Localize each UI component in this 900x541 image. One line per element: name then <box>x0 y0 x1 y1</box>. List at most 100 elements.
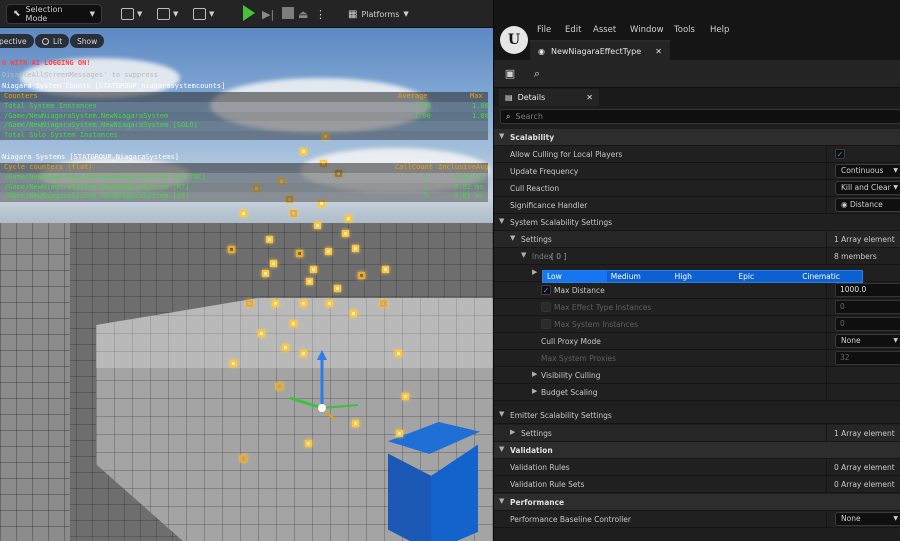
quality-level-medium[interactable]: Medium <box>607 271 671 282</box>
platforms-dropdown[interactable]: ▦ Platforms ▼ <box>348 4 409 24</box>
menu-asset[interactable]: Asset <box>593 25 616 35</box>
divider <box>826 299 827 316</box>
details-icon: ▤ <box>505 93 513 102</box>
row-performance-baseline: Performance Baseline Controller None ▼ <box>494 511 900 528</box>
row-settings[interactable]: ▼ Settings 1 Array element <box>494 231 900 248</box>
allow-culling-checkbox[interactable]: ✓ <box>835 149 845 159</box>
update-frequency-dropdown[interactable]: Continuous ▼ <box>835 164 900 178</box>
chevron-right-icon: ▶ <box>510 428 516 436</box>
play-options-button[interactable]: ⋮ <box>315 4 326 24</box>
quality-level-epic[interactable]: Epic <box>734 271 798 282</box>
stat-row: /Game/NewNiagaraSystem.NewNiagaraSystem … <box>0 173 488 183</box>
cull-reaction-dropdown[interactable]: Kill and Clear ▼ <box>835 181 900 195</box>
particle-sprite <box>334 285 341 292</box>
row-index[interactable]: ▼ Index [ 0 ] 8 members <box>494 248 900 265</box>
cull-proxy-mode-dropdown[interactable]: None ▼ <box>835 334 900 348</box>
index-number: [ 0 ] <box>551 252 567 261</box>
step-forward-icon: ▶| <box>262 7 275 21</box>
skip-button[interactable]: ▶| <box>262 4 274 24</box>
max-system-instances-checkbox[interactable] <box>541 319 551 329</box>
quality-level-cinematic[interactable]: Cinematic <box>798 271 862 282</box>
stat-row: /Game/NewNiagaraSystem.NewNiagaraSystem … <box>0 192 488 202</box>
eject-button[interactable]: ⏏ <box>298 4 308 24</box>
chevron-down-icon: ▼ <box>499 445 505 453</box>
cull-proxy-mode-value: None <box>841 336 861 345</box>
gizmo-center[interactable] <box>318 404 326 412</box>
divider <box>826 180 827 197</box>
systems-header-incl: InclusiveAvg <box>438 163 489 171</box>
blueprint-icon <box>157 8 170 20</box>
row-budget-scaling[interactable]: ▶ Budget Scaling <box>494 384 900 401</box>
cursor-icon: ⬉ <box>13 9 21 19</box>
gizmo-y-axis[interactable] <box>289 396 323 410</box>
particle-sprite <box>272 300 279 307</box>
close-icon[interactable]: ✕ <box>586 93 593 102</box>
menu-window[interactable]: Window <box>630 25 664 35</box>
row-emitter-scalability[interactable]: ▼ Emitter Scalability Settings <box>494 407 900 424</box>
row-visibility-culling[interactable]: ▶ Visibility Culling <box>494 367 900 384</box>
menu-edit[interactable]: Edit <box>565 25 581 35</box>
search-icon: ⌕ <box>506 111 511 121</box>
close-icon[interactable]: ✕ <box>655 47 662 56</box>
row-system-scalability[interactable]: ▼ System Scalability Settings <box>494 214 900 231</box>
significance-handler-dropdown[interactable]: ◉ Distance <box>835 198 900 212</box>
distance-icon: ◉ <box>841 200 850 209</box>
document-tab[interactable]: ◉ NewNiagaraEffectType ✕ <box>530 40 670 60</box>
particle-sprite <box>314 222 321 229</box>
performance-baseline-dropdown[interactable]: None ▼ <box>835 512 900 526</box>
chevron-down-icon: ▼ <box>893 184 898 191</box>
quality-level-low[interactable]: Low <box>543 271 607 282</box>
particle-sprite <box>342 230 349 237</box>
section-performance[interactable]: ▼ Performance <box>494 494 900 511</box>
gizmo-z-arrow[interactable] <box>317 350 327 360</box>
cull-reaction-value: Kill and Clear <box>841 183 891 192</box>
divider <box>826 316 827 333</box>
lit-button[interactable]: Lit <box>35 34 70 48</box>
stat-cell-name: /Game/NewNiagaraSystem.NewNiagaraSystem <box>4 111 169 120</box>
settings-label: Settings <box>521 235 552 244</box>
browse-icon[interactable]: ⌕ <box>530 67 544 81</box>
max-effect-instances-input[interactable]: 0 <box>835 300 900 314</box>
perspective-button[interactable]: pective <box>0 34 34 48</box>
divider <box>826 350 827 367</box>
row-emitter-settings[interactable]: ▶ Settings 1 Array element <box>494 425 900 442</box>
clapperboard-icon <box>193 8 206 20</box>
section-validation[interactable]: ▼ Validation <box>494 442 900 459</box>
save-icon[interactable]: ▣ <box>503 67 517 81</box>
max-effect-instances-checkbox[interactable] <box>541 302 551 312</box>
selection-mode-dropdown[interactable]: ⬉ Selection Mode ▼ <box>6 4 102 24</box>
chevron-down-icon: ▼ <box>893 337 898 344</box>
blueprints-button[interactable]: ▼ <box>157 4 178 24</box>
menu-file[interactable]: File <box>537 25 551 35</box>
section-scalability[interactable]: ▼ Scalability <box>494 129 900 146</box>
max-system-proxies-input[interactable]: 32 <box>835 351 900 365</box>
stop-button[interactable] <box>282 7 294 19</box>
show-button[interactable]: Show <box>70 34 105 48</box>
counts-header-name: Counters <box>4 92 38 100</box>
document-tab-label: NewNiagaraEffectType <box>550 46 642 56</box>
play-button[interactable] <box>243 5 255 21</box>
chevron-right-icon[interactable]: ▶ <box>532 268 537 276</box>
particle-sprite <box>246 300 253 307</box>
max-system-instances-input[interactable]: 0 <box>835 317 900 331</box>
max-distance-input[interactable]: 1000.0 <box>835 283 900 297</box>
asset-toolbar: ▣ ⌕ <box>494 60 900 88</box>
cinematics-button[interactable]: ▼ <box>193 4 214 24</box>
chevron-down-icon: ▼ <box>137 10 143 18</box>
add-actor-button[interactable]: ▼ <box>121 4 142 24</box>
details-tab[interactable]: ▤ Details ✕ <box>499 89 599 106</box>
allow-culling-label: Allow Culling for Local Players <box>510 150 623 159</box>
max-distance-checkbox[interactable]: ✓ <box>541 285 551 295</box>
row-max-system-instances: Max System Instances 0 <box>494 316 900 333</box>
search-placeholder: Search <box>515 112 543 121</box>
search-input[interactable]: ⌕ Search <box>500 109 900 124</box>
update-frequency-value: Continuous <box>841 166 884 175</box>
menu-tools[interactable]: Tools <box>674 25 695 35</box>
transform-gizmo[interactable] <box>280 348 370 428</box>
quality-level-selector[interactable]: Low Medium High Epic Cinematic <box>542 270 863 283</box>
menu-help[interactable]: Help <box>710 25 729 35</box>
systems-title: Niagara Systems [STATGROUP_NiagaraSystem… <box>2 153 180 161</box>
quality-level-high[interactable]: High <box>671 271 735 282</box>
gizmo-y-axis-b[interactable] <box>321 404 359 409</box>
particle-sprite <box>296 250 303 257</box>
